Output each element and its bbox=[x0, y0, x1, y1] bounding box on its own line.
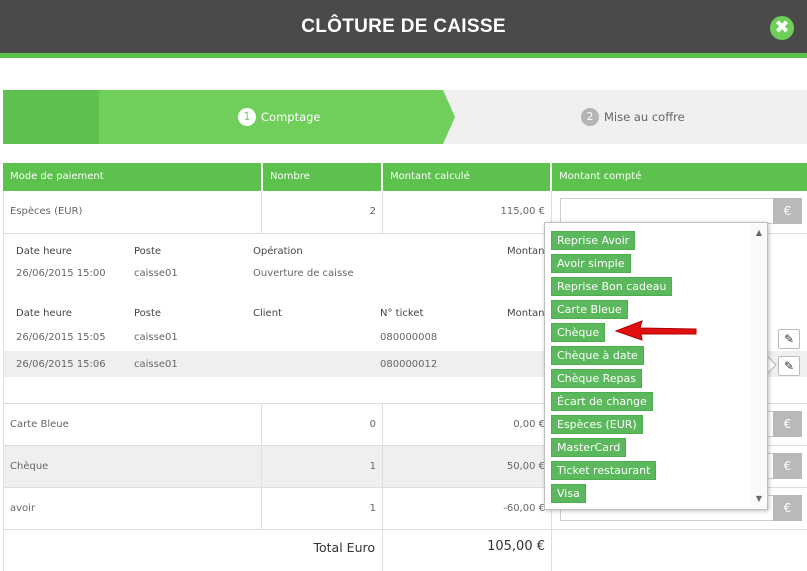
detail-cell: caisse01 bbox=[134, 268, 178, 279]
close-icon[interactable]: ✖ bbox=[770, 16, 794, 40]
cell-montant: 115,00 € bbox=[500, 206, 545, 217]
detail-header: Poste bbox=[134, 246, 162, 257]
column-header-mode: Mode de paiement bbox=[3, 163, 261, 191]
detail-header: Opération bbox=[253, 246, 303, 257]
total-label: Total Euro bbox=[313, 540, 376, 555]
step-comptage[interactable]: 1 Comptage bbox=[238, 90, 321, 144]
euro-icon[interactable]: € bbox=[773, 453, 802, 479]
dropdown-option[interactable]: Visa bbox=[551, 484, 586, 503]
modal-title: CLÔTURE DE CAISSE bbox=[301, 16, 506, 37]
cell-nombre: 0 bbox=[369, 419, 376, 430]
dropdown-option[interactable]: Avoir simple bbox=[551, 254, 631, 273]
euro-icon[interactable]: € bbox=[773, 495, 802, 521]
detail-header: Poste bbox=[134, 308, 162, 319]
euro-icon[interactable]: € bbox=[773, 198, 802, 224]
cell-nombre: 1 bbox=[369, 461, 376, 472]
grid-line bbox=[3, 529, 807, 530]
detail-cell: 080000008 bbox=[380, 332, 438, 343]
cell-nombre: 2 bbox=[369, 206, 376, 217]
grid-line bbox=[3, 191, 4, 571]
dropdown-caret bbox=[767, 357, 775, 373]
column-header-montant-calcule: Montant calculé bbox=[383, 163, 550, 191]
detail-cell: 080000012 bbox=[380, 359, 438, 370]
step-label: Comptage bbox=[261, 110, 321, 124]
header-accent-bar bbox=[0, 53, 807, 58]
dropdown-option[interactable]: Chèque à date bbox=[551, 346, 644, 365]
detail-cell: caisse01 bbox=[134, 359, 178, 370]
cell-nombre: 1 bbox=[369, 503, 376, 514]
detail-cell: 26/06/2015 15:06 bbox=[16, 359, 106, 370]
dropdown-option[interactable]: Ticket restaurant bbox=[551, 461, 657, 480]
dropdown-option-cheque[interactable]: Chèque bbox=[551, 323, 606, 342]
dropdown-option[interactable]: MasterCard bbox=[551, 438, 627, 457]
column-header-nombre: Nombre bbox=[263, 163, 381, 191]
dropdown-scrollbar[interactable]: ▲ ▼ bbox=[751, 224, 767, 508]
detail-cell: Ouverture de caisse bbox=[253, 268, 354, 279]
detail-header: Montant bbox=[507, 246, 549, 257]
annotation-arrow-icon bbox=[614, 320, 697, 341]
detail-header: Client bbox=[253, 308, 282, 319]
cell-montant: 50,00 € bbox=[506, 461, 545, 472]
detail-header: N° ticket bbox=[380, 308, 424, 319]
dropdown-option[interactable]: Écart de change bbox=[551, 392, 653, 411]
detail-header: Montant bbox=[507, 308, 549, 319]
montant-compte-input[interactable] bbox=[560, 198, 774, 224]
detail-cell: caisse01 bbox=[134, 332, 178, 343]
dropdown-option[interactable]: Chèque Repas bbox=[551, 369, 643, 388]
euro-icon[interactable]: € bbox=[773, 411, 802, 437]
total-value: 105,00 € bbox=[487, 539, 545, 554]
pencil-icon[interactable]: ✎ bbox=[778, 356, 800, 376]
step-number: 2 bbox=[581, 108, 599, 126]
dropdown-option[interactable]: Espèces (EUR) bbox=[551, 415, 643, 434]
cell-montant: -60,00 € bbox=[503, 503, 545, 514]
stepper-background bbox=[3, 90, 807, 144]
cell-mode: Carte Bleue bbox=[10, 419, 69, 430]
scroll-up-icon[interactable]: ▲ bbox=[754, 228, 764, 238]
detail-cell: 26/06/2015 15:05 bbox=[16, 332, 106, 343]
detail-header: Date heure bbox=[16, 308, 72, 319]
cell-mode: avoir bbox=[10, 503, 36, 514]
cell-mode: Espèces (EUR) bbox=[10, 206, 83, 217]
cell-mode: Chèque bbox=[10, 461, 49, 472]
stepper: 1 Comptage 2 Mise au coffre bbox=[3, 90, 807, 144]
dropdown-option[interactable]: Reprise Bon cadeau bbox=[551, 277, 673, 296]
detail-cell: 26/06/2015 15:00 bbox=[16, 268, 106, 279]
dropdown-option[interactable]: Reprise Avoir bbox=[551, 231, 636, 250]
pencil-icon[interactable]: ✎ bbox=[778, 329, 800, 349]
column-header-montant-compte: Montant compté bbox=[552, 163, 807, 191]
payment-mode-dropdown[interactable]: Reprise Avoir Avoir simple Reprise Bon c… bbox=[544, 222, 768, 510]
dropdown-option[interactable]: Carte Bleue bbox=[551, 300, 628, 319]
cell-montant: 0,00 € bbox=[513, 419, 545, 430]
scroll-down-icon[interactable]: ▼ bbox=[754, 494, 764, 504]
step-mise-au-coffre[interactable]: 2 Mise au coffre bbox=[581, 90, 685, 144]
detail-header: Date heure bbox=[16, 246, 72, 257]
step-label: Mise au coffre bbox=[604, 110, 685, 124]
step-number: 1 bbox=[238, 108, 256, 126]
